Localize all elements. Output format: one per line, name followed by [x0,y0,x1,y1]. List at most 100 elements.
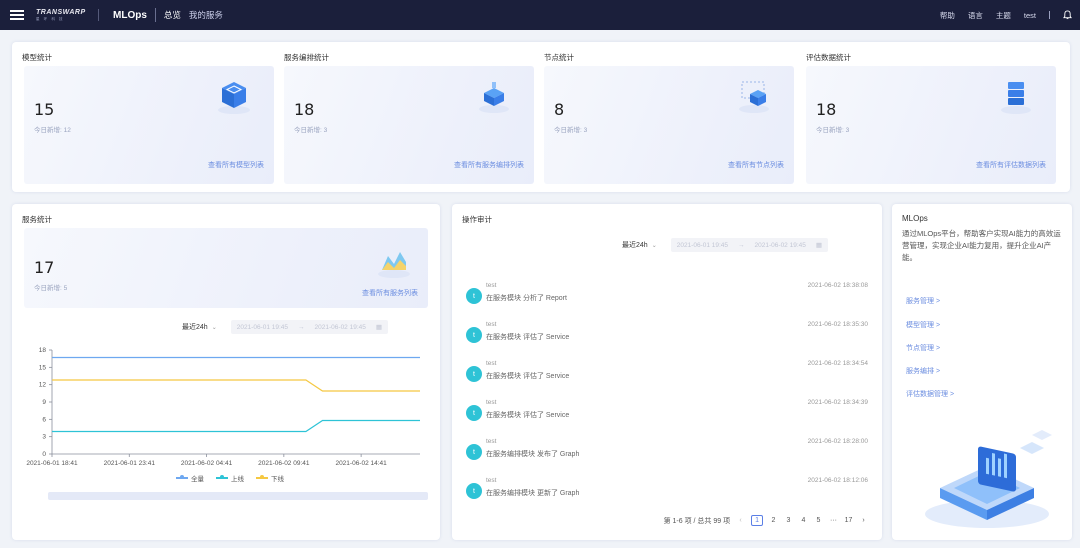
audit-text: 在服务模块 评估了 Service [486,373,570,380]
next-page-icon[interactable]: › [859,517,868,524]
view-eval-data-link[interactable]: 查看所有评估数据列表 [976,160,1046,170]
theme-link[interactable]: 主题 [996,10,1011,21]
stat-card-nodes: 8 今日新增: 3 查看所有节点列表 [544,66,794,184]
service-stats-panel: 服务统计 17 今日新增: 5 查看所有服务列表 最近24h ⌄ 2021-06… [12,204,440,540]
stat-title-orchestration: 服务编排统计 [284,53,329,62]
audit-text: 在服务编排模块 更新了 Graph [486,490,580,497]
service-range-row: 最近24h ⌄ 2021-06-01 19:45 → 2021-06-02 19… [182,320,389,334]
audit-item: t test 在服务模块 评估了 Service 2021-06-02 18:3… [466,360,868,394]
menu-icon[interactable] [10,10,24,20]
stat-title-models: 模型统计 [22,53,52,62]
bell-icon[interactable] [1063,10,1072,20]
y-tick-label: 6 [42,416,46,423]
link-model-management[interactable]: 模型管理 > [906,320,940,330]
database-stack-icon [1001,82,1031,114]
audit-time: 2021-06-02 18:38:08 [807,282,868,289]
link-service-management[interactable]: 服务管理 > [906,296,940,306]
legend-label: 上线 [231,476,244,483]
avatar: t [466,288,482,304]
end-date: 2021-06-02 19:45 [754,241,806,249]
prev-page-icon[interactable]: ‹ [736,517,745,524]
view-orchestrations-link[interactable]: 查看所有服务编排列表 [454,160,524,170]
page-2[interactable]: 2 [769,517,778,524]
y-tick-label: 18 [39,347,47,354]
view-models-link[interactable]: 查看所有模型列表 [208,160,264,170]
audit-panel: 操作审计 最近24h ⌄ 2021-06-01 19:45 → 2021-06-… [452,204,882,540]
logo: TRANSWARP 星 环 科 技 [36,8,88,22]
start-date: 2021-06-01 19:45 [676,241,729,249]
tab-overview[interactable]: 总览 [164,9,181,21]
view-nodes-link[interactable]: 查看所有节点列表 [728,160,784,170]
service-line-chart: 0 3 6 9 12 15 18 2021-06-01 18:41 2021-06-01 23:… [26,347,420,467]
pagination: 第 1-6 项 / 总共 99 项 ‹ 1 2 3 4 5 ··· 17 › [664,515,868,526]
x-tick-label: 2021-06-01 18:41 [26,460,78,467]
intro-title: MLOps [902,214,928,223]
range-label: 最近24h [182,324,208,331]
service-range-select[interactable]: 最近24h ⌄ [182,322,217,332]
legend-item[interactable]: 全量 [176,473,204,483]
link-eval-data-management[interactable]: 评估数据管理 > [906,389,954,399]
stat-today: 今日新增: 3 [294,127,328,134]
range-label: 最近24h [622,242,648,249]
nav-right-divider [1049,11,1050,19]
user-name[interactable]: test [1024,11,1036,20]
page-5[interactable]: 5 [814,517,823,524]
avatar: t [466,327,482,343]
service-stats-title: 服务统计 [22,215,52,224]
audit-item: t test 在服务模块 评估了 Service 2021-06-02 18:3… [466,321,868,355]
tab-my-services[interactable]: 我的服务 [189,9,223,21]
language-link[interactable]: 语言 [968,10,983,21]
audit-title: 操作审计 [462,215,492,224]
audit-user: test [486,399,497,406]
legend-item[interactable]: 上线 [216,473,244,483]
page-4[interactable]: 4 [799,517,808,524]
intro-panel: MLOps 通过MLOps平台，帮助客户实现AI能力的高效运营管理，实现企业AI… [892,204,1072,540]
page-1[interactable]: 1 [751,515,763,526]
service-date-range[interactable]: 2021-06-01 19:45 → 2021-06-02 19:45 ▦ [230,320,389,334]
stat-title-eval-data: 评估数据统计 [806,53,851,62]
intro-text: 通过MLOps平台，帮助客户实现AI能力的高效运营管理，实现企业AI能力复用，提… [902,229,1061,262]
chart-legend: 全量 上线 下线 [176,473,284,483]
help-link[interactable]: 帮助 [940,10,955,21]
legend-item[interactable]: 下线 [256,473,284,483]
link-node-management[interactable]: 节点管理 > [906,343,940,353]
chevron-down-icon: ⌄ [211,324,217,331]
audit-user: test [486,438,497,445]
logo-text: TRANSWARP [36,8,86,16]
nav-divider [98,9,99,21]
calendar-icon: ▦ [815,242,823,249]
x-tick-label: 2021-06-02 14:41 [335,460,387,467]
series-line[interactable] [52,379,420,392]
y-tick-label: 12 [39,382,47,389]
audit-range-select[interactable]: 最近24h ⌄ [622,240,657,250]
avatar: t [466,483,482,499]
link-orchestration[interactable]: 服务编排 > [906,366,940,376]
stats-panel: 模型统计 15 今日新增: 12 查看所有模型列表 服务编排统计 18 今日新增… [12,42,1070,192]
page-17[interactable]: 17 [844,517,853,524]
range-arrow-icon: → [738,241,745,249]
audit-item: t test 在服务编排模块 更新了 Graph 2021-06-02 18:1… [466,477,868,511]
legend-label: 下线 [271,476,284,483]
avatar: t [466,405,482,421]
stat-today: 今日新增: 12 [34,127,71,134]
audit-text: 在服务编排模块 发布了 Graph [486,451,580,458]
y-tick-label: 9 [42,399,46,406]
calendar-icon: ▦ [375,324,383,331]
node-cube-icon [739,81,769,113]
service-chart-icon [378,252,410,278]
y-tick-label: 15 [39,364,47,371]
page-ellipsis[interactable]: ··· [829,517,838,524]
chart-scrollbar[interactable] [48,492,428,500]
logo-subtext: 星 环 科 技 [36,16,65,21]
end-date: 2021-06-02 19:45 [314,323,366,331]
stat-card-eval-data: 18 今日新增: 3 查看所有评估数据列表 [806,66,1056,184]
avatar: t [466,444,482,460]
nav-separator [154,8,156,22]
page-3[interactable]: 3 [784,517,793,524]
legend-label: 全量 [191,476,204,483]
audit-date-range[interactable]: 2021-06-01 19:45 → 2021-06-02 19:45 ▦ [670,238,829,252]
series-line[interactable] [52,419,420,433]
view-services-link[interactable]: 查看所有服务列表 [362,288,418,298]
stat-card-models: 15 今日新增: 12 查看所有模型列表 [24,66,274,184]
audit-item: t test 在服务编排模块 发布了 Graph 2021-06-02 18:2… [466,438,868,472]
